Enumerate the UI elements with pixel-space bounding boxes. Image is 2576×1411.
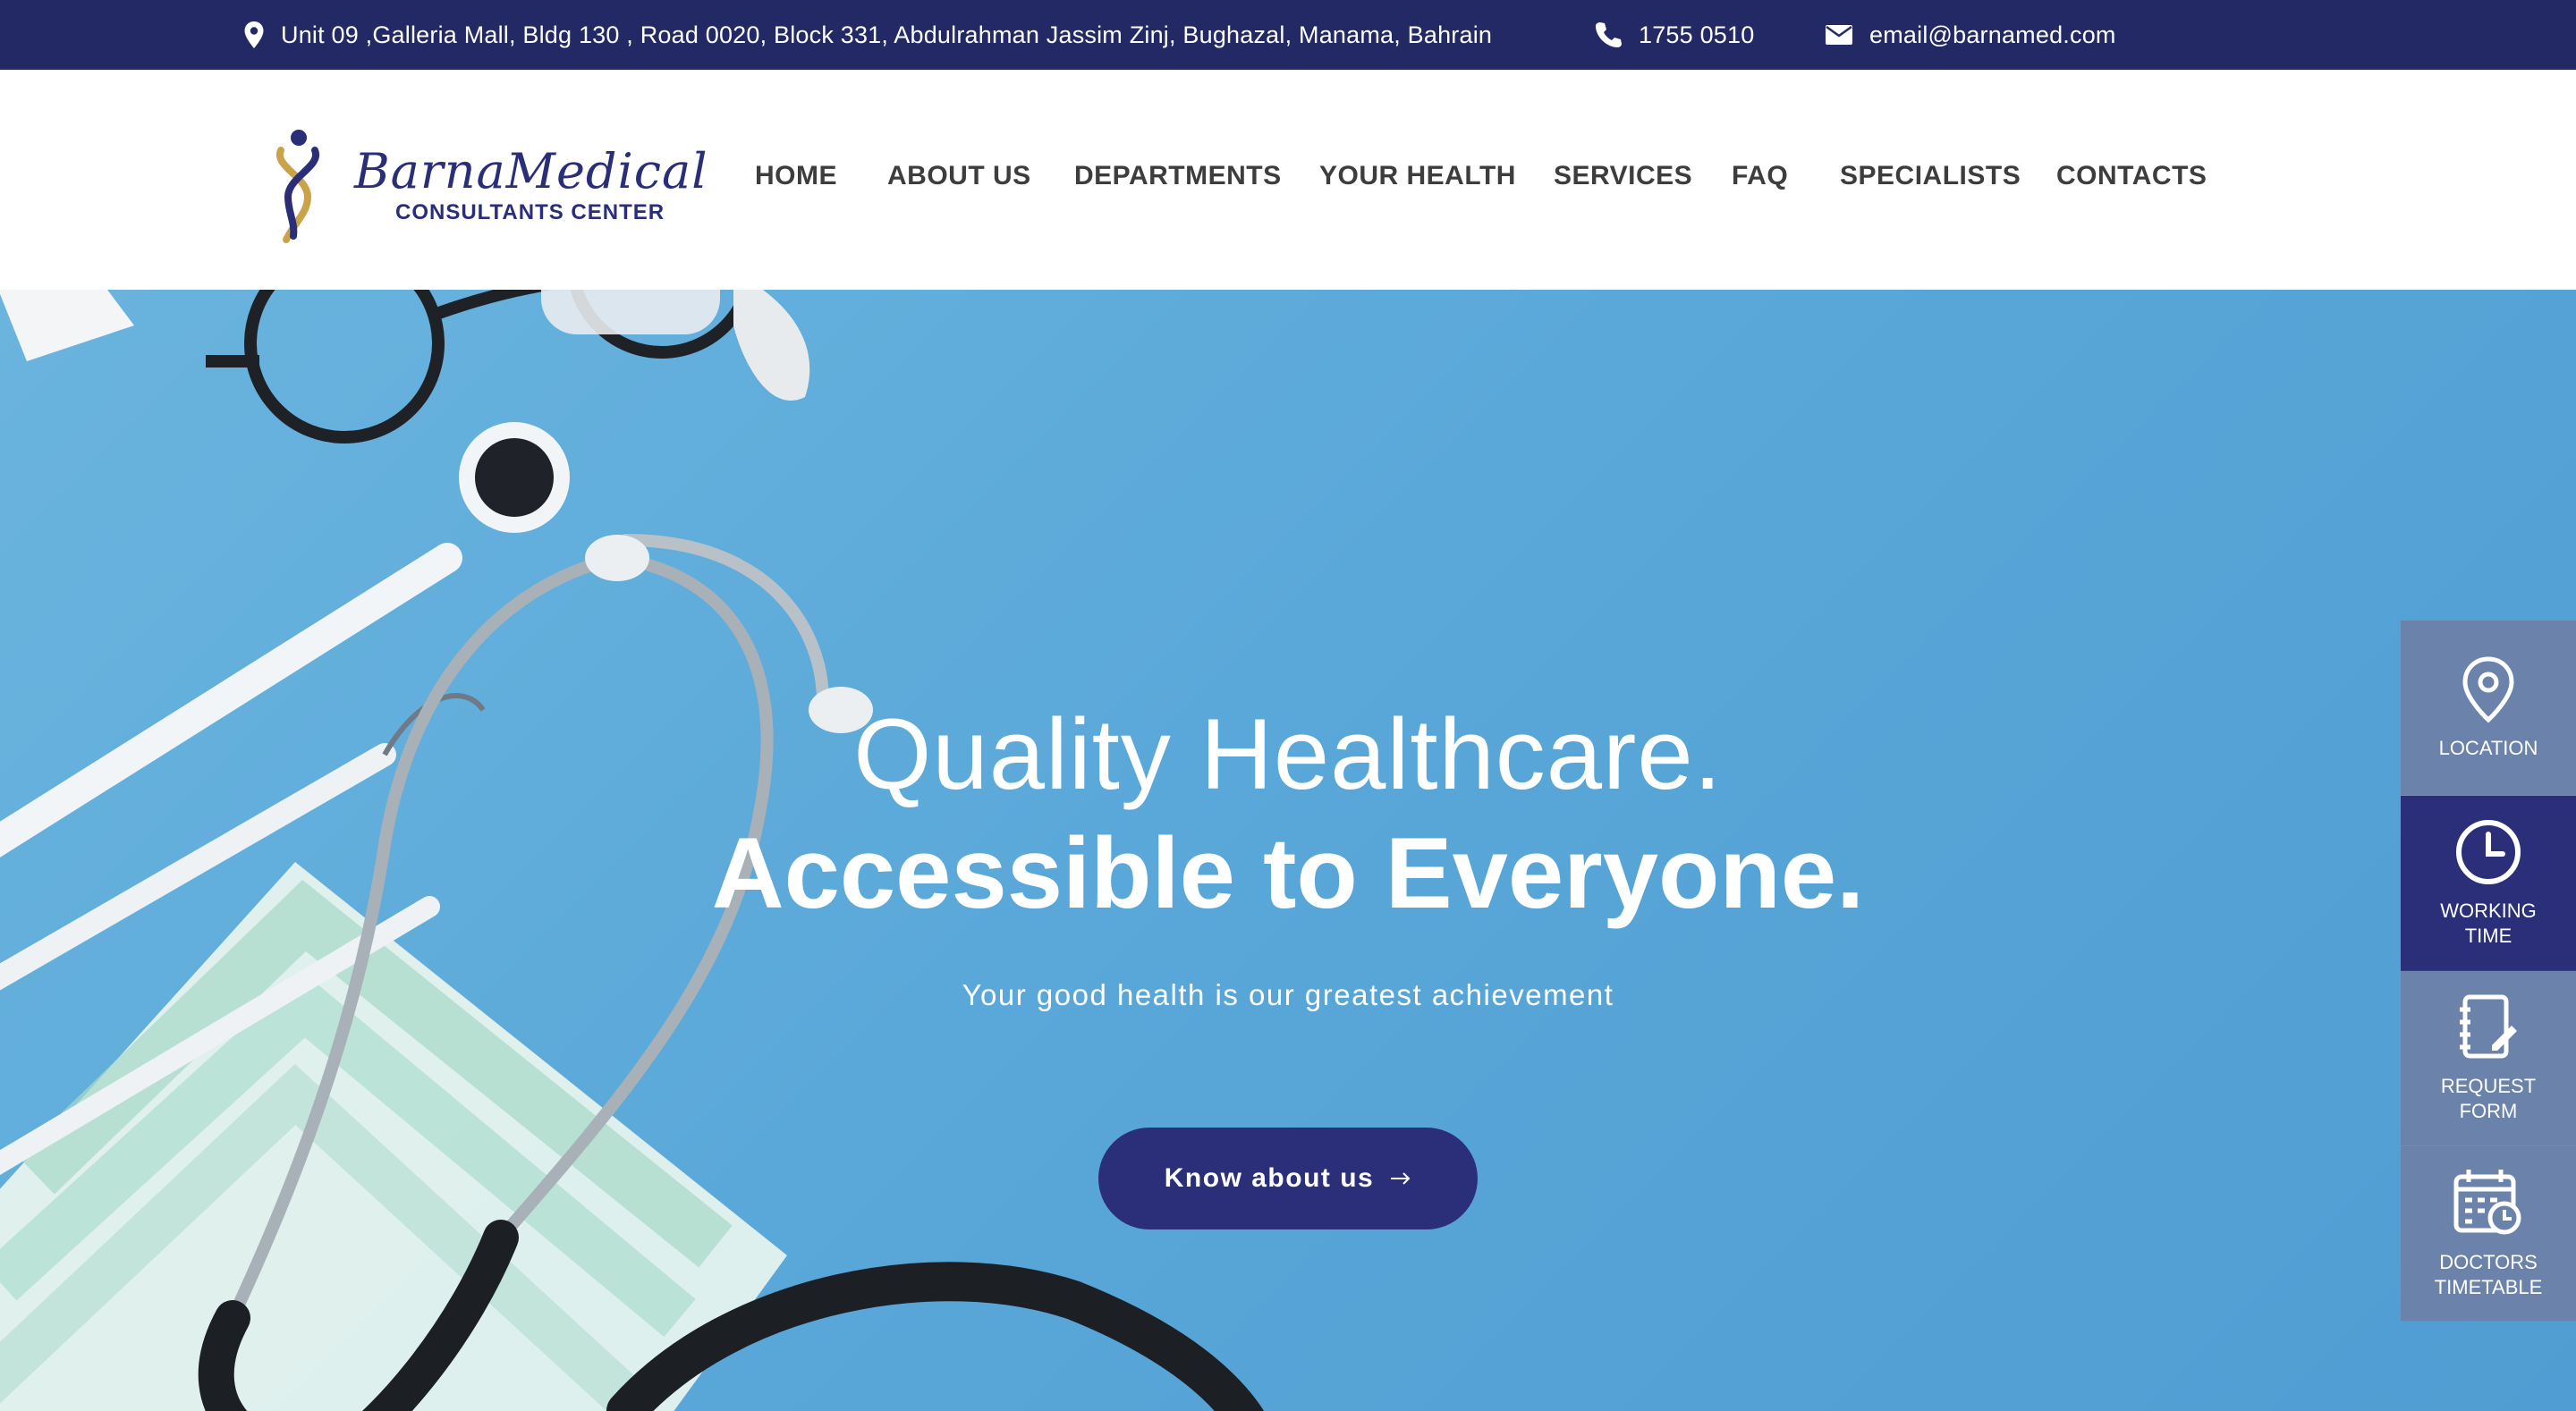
side-item-location-label: LOCATION (2438, 736, 2538, 759)
side-item-request-form[interactable]: REQUEST FORM (2401, 971, 2576, 1146)
phone-item[interactable]: 1755 0510 (1594, 0, 1754, 70)
clock-icon (2454, 818, 2522, 886)
nav-your-health[interactable]: YOUR HEALTH (1319, 161, 1516, 191)
side-item-working-time[interactable]: WORKING TIME (2401, 796, 2576, 971)
know-about-us-button[interactable]: Know about us (1098, 1128, 1478, 1229)
phone-icon (1594, 21, 1623, 49)
nav-specialists[interactable]: SPECIALISTS (1840, 161, 2021, 191)
nav-about-us[interactable]: ABOUT US (887, 161, 1031, 191)
notebook-edit-icon (2456, 993, 2521, 1061)
hero-subtitle: Your good health is our greatest achieve… (962, 978, 1614, 1011)
side-item-doctors-timetable[interactable]: DOCTORS TIMETABLE (2401, 1146, 2576, 1322)
arrow-right-icon (1390, 1171, 1411, 1186)
hero-title-line2: Accessible to Everyone. (711, 817, 1865, 929)
main-nav: HOME ABOUT US DEPARTMENTS YOUR HEALTH SE… (0, 70, 2576, 290)
address-item: Unit 09 ,Galleria Mall, Bldg 130 , Road … (243, 0, 1492, 70)
top-info-bar: Unit 09 ,Galleria Mall, Bldg 130 , Road … (0, 0, 2576, 70)
envelope-icon (1825, 24, 1853, 46)
side-item-request-form-label: REQUEST FORM (2440, 1074, 2537, 1122)
nav-services[interactable]: SERVICES (1554, 161, 1692, 191)
site-header: BarnaMedical CONSULTANTS CENTER HOME ABO… (0, 70, 2576, 290)
map-pin-icon (243, 21, 265, 49)
nav-faq[interactable]: FAQ (1732, 161, 1788, 191)
surgical-mask-illustration (0, 862, 787, 1411)
address-text: Unit 09 ,Galleria Mall, Bldg 130 , Road … (281, 21, 1493, 48)
side-item-doctors-timetable-label: DOCTORS TIMETABLE (2434, 1250, 2543, 1298)
calendar-clock-icon (2453, 1168, 2524, 1238)
phone-text[interactable]: 1755 0510 (1639, 21, 1754, 49)
know-about-us-label: Know about us (1164, 1163, 1375, 1193)
hero-section: Quality Healthcare. Accessible to Everyo… (0, 290, 2576, 1411)
side-quick-links: LOCATION WORKING TIME REQUEST FORM DOCTO… (2401, 621, 2576, 1322)
side-item-location[interactable]: LOCATION (2401, 621, 2576, 796)
hero-title-line1: Quality Healthcare. (853, 698, 1723, 810)
email-text[interactable]: email@barnamed.com (1869, 21, 2116, 49)
nav-departments[interactable]: DEPARTMENTS (1074, 161, 1282, 191)
location-pin-icon (2460, 655, 2517, 723)
nav-home[interactable]: HOME (755, 161, 837, 191)
side-item-working-time-label: WORKING TIME (2440, 899, 2537, 947)
nav-contacts[interactable]: CONTACTS (2056, 161, 2207, 191)
email-item[interactable]: email@barnamed.com (1825, 0, 2116, 70)
